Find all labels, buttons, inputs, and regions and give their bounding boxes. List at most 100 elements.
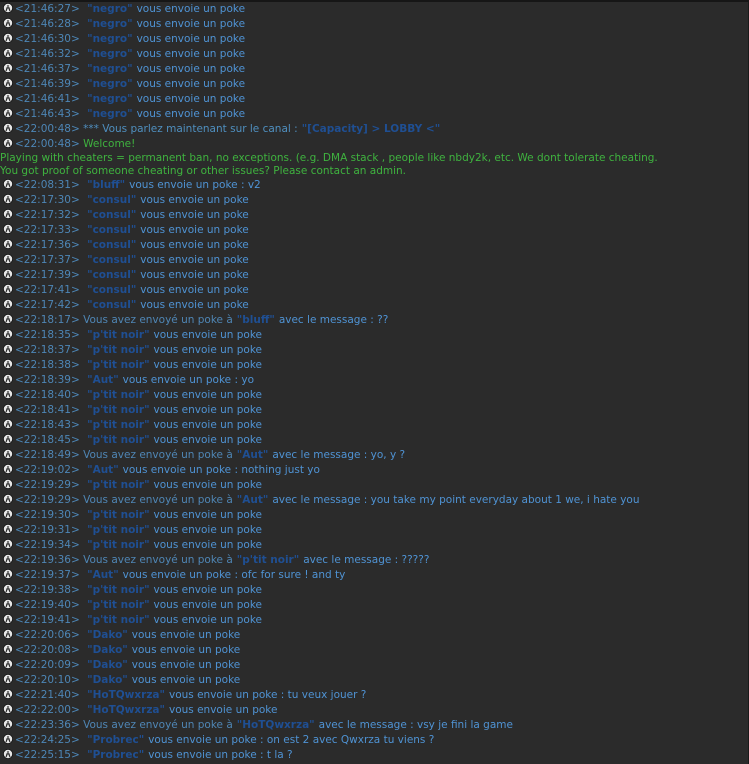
chat-line: <22:19:37> "Aut" vous envoie un poke : of… [0,568,748,583]
nickname-link[interactable]: "negro" [87,93,132,105]
info-icon [3,509,13,519]
timestamp: <22:18:45> [15,434,80,446]
nickname-link[interactable]: "consul" [87,239,136,251]
nickname-link[interactable]: "p'tit noir" [87,344,149,356]
timestamp: <22:20:09> [15,659,80,671]
nickname-link[interactable]: "negro" [87,3,132,15]
nickname-link[interactable]: "Probrec" [87,734,144,746]
info-icon [3,284,13,294]
nickname-link[interactable]: "consul" [87,194,136,206]
chat-line: <22:08:31> "bluff" vous envoie un poke : … [0,178,748,193]
info-icon [3,494,13,504]
poke-message: vous envoie un poke [136,78,246,90]
nickname-link[interactable]: "Aut" [237,449,269,461]
nickname-link[interactable]: "Dako" [87,674,128,686]
nickname-link[interactable]: "Aut" [87,374,119,386]
nickname-link[interactable]: "p'tit noir" [87,329,149,341]
chat-line: <21:46:27> "negro" vous envoie un poke [0,2,748,17]
nickname-link[interactable]: "Aut" [87,569,119,581]
timestamp: <22:18:35> [15,329,80,341]
info-icon [3,224,13,234]
nickname-link[interactable]: "p'tit noir" [87,524,149,536]
nickname-link[interactable]: "p'tit noir" [87,509,149,521]
timestamp: <22:17:32> [15,209,80,221]
info-icon [3,449,13,459]
timestamp: <22:19:30> [15,509,80,521]
chat-line: <21:46:41> "negro" vous envoie un poke [0,92,748,107]
nickname-link[interactable]: "Dako" [87,659,128,671]
nickname-link[interactable]: "HoTQwxrza" [237,719,315,731]
nickname-link[interactable]: "Dako" [87,644,128,656]
chat-line: <22:19:36> Vous avez envoyé un poke à "p'… [0,553,748,568]
info-icon [3,479,13,489]
nickname-link[interactable]: "Probrec" [87,749,144,761]
sent-poke-text: Vous avez envoyé un poke à [83,554,233,566]
timestamp: <22:19:41> [15,614,80,626]
poke-message: vous envoie un poke [140,194,249,206]
nickname-link[interactable]: "p'tit noir" [87,539,149,551]
timestamp: <22:17:36> [15,239,80,251]
nickname-link[interactable]: "bluff" [87,179,125,191]
welcome-text: Welcome! [83,138,136,150]
nickname-link[interactable]: "p'tit noir" [87,359,149,371]
nickname-link[interactable]: "consul" [87,299,136,311]
timestamp: <21:46:28> [15,18,80,30]
channel-name[interactable]: "[Capacity] > LOBBY <" [302,123,440,135]
nickname-link[interactable]: "consul" [87,284,136,296]
timestamp: <22:18:38> [15,359,80,371]
nickname-link[interactable]: "p'tit noir" [87,614,149,626]
nickname-link[interactable]: "p'tit noir" [237,554,299,566]
sent-poke-text: Vous avez envoyé un poke à [83,449,233,461]
chat-line: <21:46:37> "negro" vous envoie un poke [0,62,748,77]
nickname-link[interactable]: "p'tit noir" [87,419,149,431]
nickname-link[interactable]: "Aut" [237,494,269,506]
nickname-link[interactable]: "negro" [87,33,132,45]
nickname-link[interactable]: "Dako" [87,629,128,641]
nickname-link[interactable]: "p'tit noir" [87,584,149,596]
info-icon [3,629,13,639]
chat-line: <22:19:29> "p'tit noir" vous envoie un po… [0,478,748,493]
nickname-link[interactable]: "consul" [87,209,136,221]
nickname-link[interactable]: "negro" [87,78,132,90]
nickname-link[interactable]: "p'tit noir" [87,404,149,416]
info-icon [3,614,13,624]
info-icon [3,749,13,759]
nickname-link[interactable]: "HoTQwxrza" [87,704,165,716]
poke-message: avec le message : ????? [303,554,430,566]
nickname-link[interactable]: "negro" [87,18,132,30]
chat-log: <21:46:27> "negro" vous envoie un poke <21… [0,0,749,764]
nickname-link[interactable]: "consul" [87,269,136,281]
timestamp: <22:25:15> [15,749,80,761]
nickname-link[interactable]: "p'tit noir" [87,599,149,611]
timestamp: <22:19:29> [15,494,80,506]
notice-text: You got proof of someone cheating or oth… [0,165,406,177]
timestamp: <22:18:49> [15,449,80,461]
nickname-link[interactable]: "p'tit noir" [87,479,149,491]
timestamp: <22:17:30> [15,194,80,206]
info-icon [3,539,13,549]
nickname-link[interactable]: "negro" [87,48,132,60]
info-icon [3,48,13,58]
nickname-link[interactable]: "p'tit noir" [87,389,149,401]
nickname-link[interactable]: "bluff" [237,314,275,326]
chat-line: <22:18:40> "p'tit noir" vous envoie un po… [0,388,748,403]
nickname-link[interactable]: "consul" [87,254,136,266]
nickname-link[interactable]: "HoTQwxrza" [87,689,165,701]
chat-line: You got proof of someone cheating or oth… [0,165,748,178]
nickname-link[interactable]: "Aut" [87,464,119,476]
poke-message: vous envoie un poke [153,614,263,626]
timestamp: <22:20:10> [15,674,80,686]
poke-message: vous envoie un poke [131,644,241,656]
info-icon [3,719,13,729]
nickname-link[interactable]: "consul" [87,224,136,236]
poke-message: vous envoie un poke [131,674,241,686]
nickname-link[interactable]: "negro" [87,63,132,75]
timestamp: <22:18:39> [15,374,80,386]
poke-message: vous envoie un poke [136,93,246,105]
chat-line: <21:46:39> "negro" vous envoie un poke [0,77,748,92]
timestamp: <22:19:31> [15,524,80,536]
poke-message: vous envoie un poke [153,434,263,446]
timestamp: <22:24:25> [15,734,80,746]
nickname-link[interactable]: "p'tit noir" [87,434,149,446]
nickname-link[interactable]: "negro" [87,108,132,120]
